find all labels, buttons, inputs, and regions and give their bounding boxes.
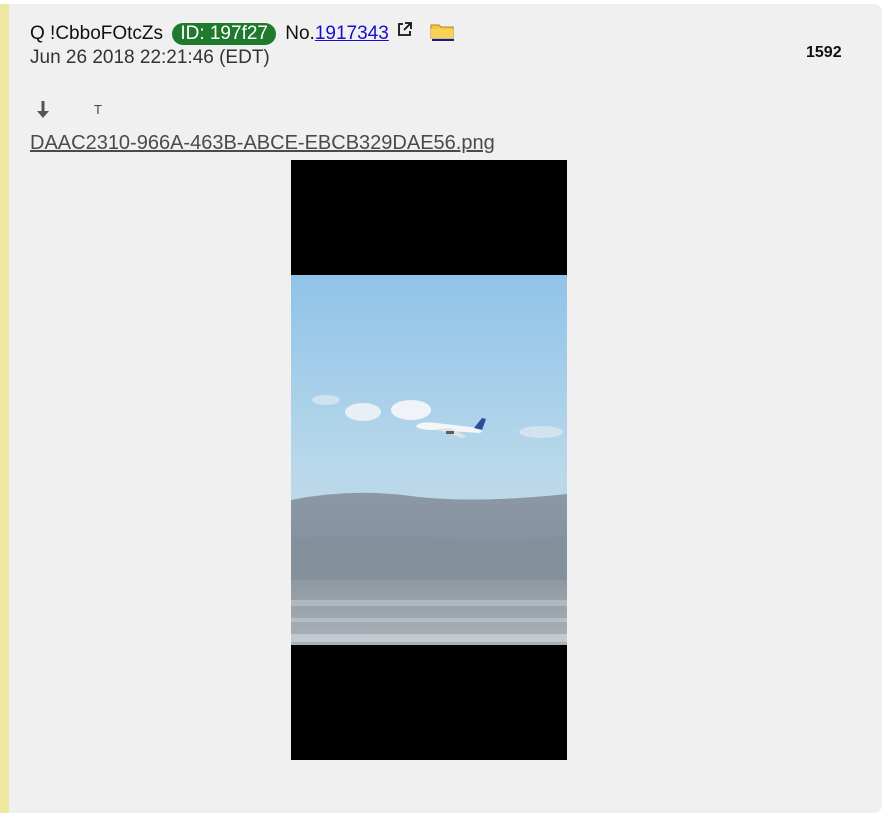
post-date: Jun 26 2018 22:21:46 (EDT) bbox=[30, 47, 270, 68]
image-filename-link[interactable]: DAAC2310-966A-463B-ABCE-EBCB329DAE56.png bbox=[30, 132, 495, 155]
post-number-prefix[interactable]: No. bbox=[285, 23, 315, 44]
post-header: Q !CbboFOtcZs ID: 197f27 No.1917343 bbox=[30, 21, 456, 48]
post-author: Q !CbboFOtcZs bbox=[30, 23, 164, 44]
post-count: 1592 bbox=[806, 44, 842, 61]
external-link-icon[interactable] bbox=[396, 21, 413, 45]
text-toggle-button[interactable]: T bbox=[94, 102, 102, 117]
post-accent-bar bbox=[0, 4, 9, 813]
folder-icon[interactable] bbox=[430, 21, 456, 48]
download-arrow-icon[interactable] bbox=[36, 100, 50, 125]
post-image[interactable] bbox=[291, 160, 567, 760]
post-number-link[interactable]: 1917343 bbox=[315, 23, 389, 44]
poster-id-badge[interactable]: ID: 197f27 bbox=[172, 23, 276, 45]
